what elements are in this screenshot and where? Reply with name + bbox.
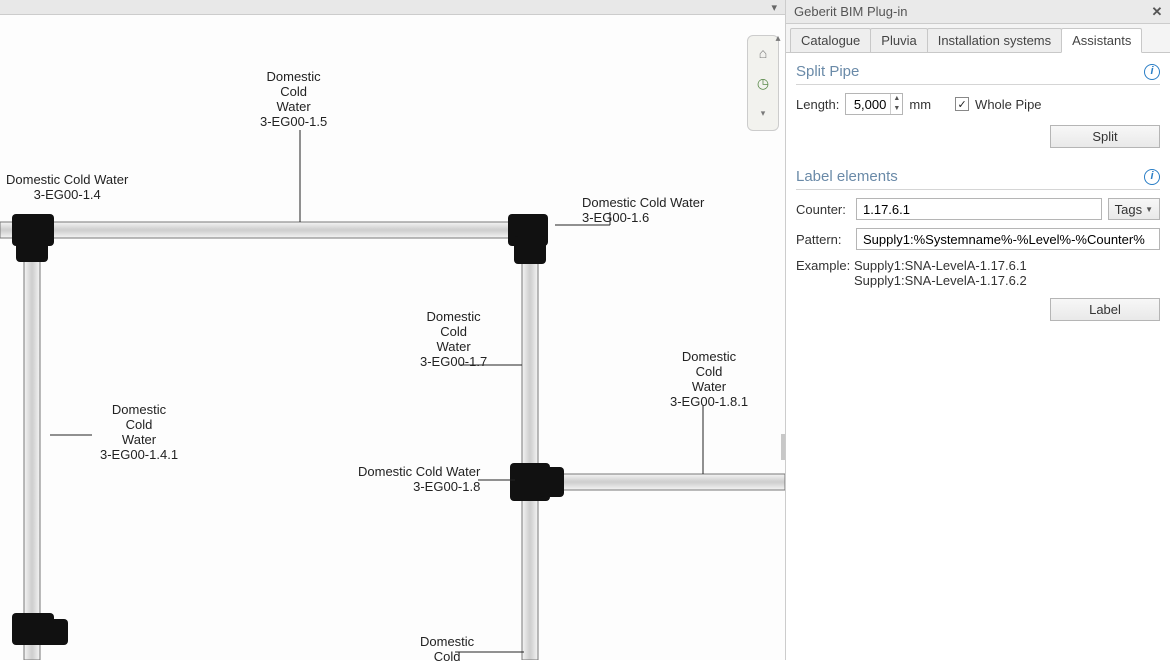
- pipe-label: DomesticColdWater3-EG00-1.7: [420, 310, 487, 370]
- plugin-panel: Geberit BIM Plug-in ✕ Catalogue Pluvia I…: [785, 0, 1170, 660]
- panel-title: Geberit BIM Plug-in: [794, 4, 1148, 19]
- expand-icon[interactable]: ▾: [752, 102, 774, 124]
- pipe-label: DomesticCold: [420, 635, 474, 665]
- counter-input[interactable]: [856, 198, 1102, 220]
- pattern-input[interactable]: [856, 228, 1160, 250]
- length-unit: mm: [909, 97, 931, 112]
- panel-body: Split Pipe i Length: ▲ ▼ mm ✓ Whole Pipe…: [786, 53, 1170, 660]
- tags-label: Tags: [1115, 202, 1142, 217]
- scroll-up-icon[interactable]: ▴: [771, 33, 785, 47]
- label-button[interactable]: Label: [1050, 298, 1160, 321]
- example-value: Supply1:SNA-LevelA-1.17.6.1: [854, 258, 1027, 273]
- drawing-viewport[interactable]: Domestic Cold Water3-EG00-1.4 DomesticCo…: [0, 15, 785, 660]
- pipe-label: Domestic Cold Water3-EG00-1.4: [6, 173, 128, 203]
- panel-header: Geberit BIM Plug-in ✕: [786, 0, 1170, 24]
- split-button[interactable]: Split: [1050, 125, 1160, 148]
- nav-wheel-icon[interactable]: ◷: [752, 72, 774, 94]
- counter-label: Counter:: [796, 202, 850, 217]
- panel-tabs: Catalogue Pluvia Installation systems As…: [786, 24, 1170, 53]
- section-split-pipe: Split Pipe i: [796, 63, 1160, 85]
- chevron-down-icon: ▼: [1145, 205, 1153, 214]
- example-value: Supply1:SNA-LevelA-1.17.6.2: [854, 273, 1027, 288]
- pipe-label: Domestic Cold Water3-EG00-1.8: [358, 465, 480, 495]
- pipe-label: DomesticColdWater3-EG00-1.5: [260, 70, 327, 130]
- section-title: Split Pipe: [796, 63, 1144, 80]
- close-icon[interactable]: ✕: [1148, 4, 1166, 20]
- length-label: Length:: [796, 97, 839, 112]
- pipe-label: DomesticColdWater3-EG00-1.4.1: [100, 403, 178, 463]
- example-block: Example: Supply1:SNA-LevelA-1.17.6.1 Sup…: [796, 258, 1160, 288]
- pattern-label: Pattern:: [796, 232, 850, 247]
- section-label-elements: Label elements i: [796, 168, 1160, 190]
- example-label: Example:: [796, 258, 850, 288]
- info-icon[interactable]: i: [1144, 64, 1160, 80]
- spin-up-icon[interactable]: ▲: [891, 94, 902, 104]
- checkmark-icon: ✓: [955, 97, 969, 111]
- tab-assistants[interactable]: Assistants: [1061, 28, 1142, 53]
- tab-pluvia[interactable]: Pluvia: [870, 28, 927, 52]
- info-icon[interactable]: i: [1144, 169, 1160, 185]
- whole-pipe-label: Whole Pipe: [975, 97, 1041, 112]
- drawing-top-strip: ▾: [0, 0, 785, 15]
- options-dropdown-icon[interactable]: ▾: [771, 2, 785, 15]
- whole-pipe-checkbox[interactable]: ✓ Whole Pipe: [955, 97, 1041, 112]
- spin-down-icon[interactable]: ▼: [891, 104, 902, 114]
- section-title: Label elements: [796, 168, 1144, 185]
- length-input[interactable]: [846, 94, 890, 114]
- pipe-label: DomesticColdWater3-EG00-1.8.1: [670, 350, 748, 410]
- view-tools-palette: ⌂ ◷ ▾: [747, 35, 779, 131]
- pipe-label: Domestic Cold Water3-EG00-1.6: [582, 196, 704, 226]
- length-stepper[interactable]: ▲ ▼: [845, 93, 903, 115]
- tab-installation-systems[interactable]: Installation systems: [927, 28, 1062, 52]
- tab-catalogue[interactable]: Catalogue: [790, 28, 871, 52]
- tags-dropdown-button[interactable]: Tags ▼: [1108, 198, 1160, 220]
- pipe-diagram: [0, 15, 785, 660]
